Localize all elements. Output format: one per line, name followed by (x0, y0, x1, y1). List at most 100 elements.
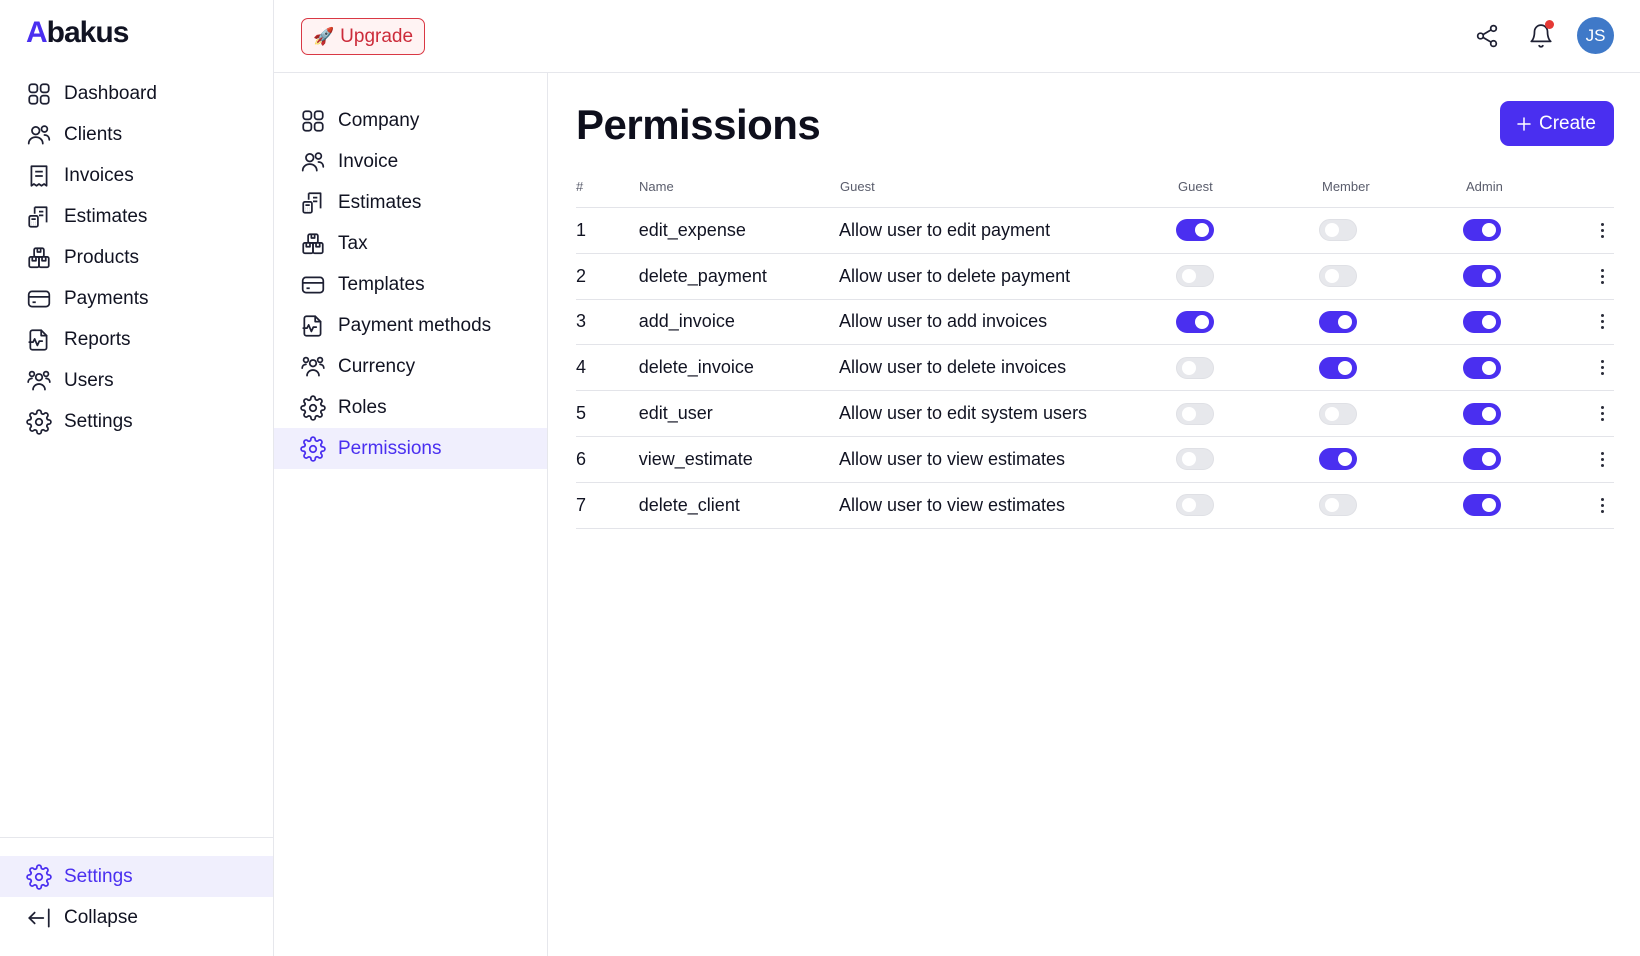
upgrade-button[interactable]: 🚀 Upgrade (301, 18, 426, 55)
guest-toggle[interactable] (1175, 402, 1214, 425)
guest-toggle[interactable] (1175, 219, 1214, 242)
kebab-dot (1600, 268, 1604, 272)
settings-nav-item-permissions[interactable]: Permissions (274, 428, 547, 469)
more-options-icon[interactable] (1592, 264, 1612, 288)
guest-toggle[interactable] (1175, 310, 1214, 333)
toggle-knob (1481, 269, 1496, 284)
more-options-icon[interactable] (1592, 218, 1612, 242)
guest-toggle[interactable] (1175, 448, 1214, 471)
more-options-icon[interactable] (1592, 356, 1612, 380)
cell-description: Allow user to edit payment (838, 219, 1051, 240)
sidebar-item-invoices[interactable]: Invoices (0, 155, 273, 196)
settings-nav-item-tax[interactable]: Tax (274, 223, 547, 264)
settings-nav-item-currency[interactable]: Currency (274, 346, 547, 387)
sidebar-item-settings[interactable]: Settings (0, 401, 273, 442)
cell-actions (1592, 356, 1614, 380)
settings-nav-item-label: Invoice (338, 150, 399, 172)
credit-card-icon (26, 286, 52, 312)
cell-description: Allow user to edit system users (838, 403, 1088, 424)
header-member: Member (1322, 179, 1370, 194)
more-options-icon[interactable] (1592, 447, 1612, 471)
cell-guest (1175, 219, 1319, 242)
guest-toggle[interactable] (1175, 356, 1214, 379)
toggle-knob (1338, 314, 1353, 329)
settings-nav-item-label: Currency (338, 355, 416, 377)
kebab-dot (1600, 360, 1604, 364)
sidebar-item-dashboard[interactable]: Dashboard (0, 73, 273, 114)
kebab-dot (1600, 320, 1604, 324)
sidebar-item-clients[interactable]: Clients (0, 114, 273, 155)
admin-toggle[interactable] (1462, 494, 1501, 517)
admin-toggle[interactable] (1462, 310, 1501, 333)
sidebar-item-settings-active[interactable]: Settings (0, 856, 273, 897)
brand-logo[interactable]: Abakus (26, 16, 129, 50)
more-options-icon[interactable] (1592, 493, 1612, 517)
users-icon (26, 122, 52, 148)
more-options-icon[interactable] (1592, 402, 1612, 426)
collapse-button[interactable]: Collapse (0, 897, 273, 938)
cell-guest (1175, 356, 1319, 379)
share-button[interactable] (1469, 18, 1505, 54)
boxes-icon (26, 245, 52, 271)
sidebar-item-payments[interactable]: Payments (0, 278, 273, 319)
toggle-knob (1325, 269, 1340, 284)
create-button[interactable]: Create (1499, 101, 1614, 146)
admin-toggle[interactable] (1462, 356, 1501, 379)
kebab-dot (1600, 274, 1604, 278)
kebab-dot (1600, 418, 1604, 422)
brand-logo-initial: A (26, 16, 48, 49)
sidebar-item-users[interactable]: Users (0, 360, 273, 401)
member-toggle[interactable] (1319, 402, 1358, 425)
rocket-icon: 🚀 (313, 26, 335, 46)
plus-icon (1515, 115, 1533, 133)
admin-toggle[interactable] (1462, 265, 1501, 288)
settings-nav-item-estimates[interactable]: Estimates (274, 182, 547, 223)
admin-toggle[interactable] (1462, 402, 1501, 425)
main-content: Permissions Create # Name Guest Guest Me… (548, 73, 1640, 956)
admin-toggle[interactable] (1462, 448, 1501, 471)
toggle-knob (1481, 314, 1496, 329)
cell-description: Allow user to delete payment (838, 265, 1071, 286)
cell-permission-name: delete_client (638, 494, 740, 515)
cell-guest (1175, 448, 1319, 471)
sidebar-item-estimates[interactable]: Estimates (0, 196, 273, 237)
kebab-dot (1600, 406, 1604, 410)
cell-guest (1175, 310, 1319, 333)
kebab-dot (1600, 372, 1604, 376)
cell-guest (1175, 265, 1319, 288)
settings-nav-item-payment-methods[interactable]: Payment methods (274, 305, 547, 346)
app-root: Abakus Dashboard Clients Invoices Estimates… (0, 0, 1640, 956)
settings-nav-item-roles[interactable]: Roles (274, 387, 547, 428)
sidebar-item-reports[interactable]: Reports (0, 319, 273, 360)
cell-permission-name: delete_invoice (638, 357, 754, 378)
chart-file-icon (26, 327, 52, 353)
kebab-dot (1600, 314, 1604, 318)
more-options-icon[interactable] (1592, 310, 1612, 334)
cell-number: 2 (576, 265, 587, 286)
collapse-label: Collapse (64, 906, 138, 928)
member-toggle[interactable] (1319, 494, 1358, 517)
sidebar-item-label: Invoices (64, 164, 134, 186)
toggle-knob (1325, 498, 1340, 513)
cell-description: Allow user to view estimates (838, 448, 1066, 469)
settings-nav-item-templates[interactable]: Templates (274, 264, 547, 305)
guest-toggle[interactable] (1175, 494, 1214, 517)
cell-admin (1462, 310, 1592, 333)
users-icon (300, 149, 326, 175)
guest-toggle[interactable] (1175, 265, 1214, 288)
notifications-button[interactable] (1523, 18, 1559, 54)
admin-toggle[interactable] (1462, 219, 1501, 242)
toggle-knob (1481, 452, 1496, 467)
member-toggle[interactable] (1319, 448, 1358, 471)
sidebar-item-products[interactable]: Products (0, 237, 273, 278)
member-toggle[interactable] (1319, 356, 1358, 379)
settings-nav-item-company[interactable]: Company (274, 100, 547, 141)
cell-admin (1462, 448, 1592, 471)
member-toggle[interactable] (1319, 265, 1358, 288)
settings-nav-item-label: Payment methods (338, 314, 492, 336)
member-toggle[interactable] (1319, 310, 1358, 333)
avatar[interactable]: JS (1577, 17, 1614, 54)
settings-nav-item-invoice[interactable]: Invoice (274, 141, 547, 182)
cell-admin (1462, 494, 1592, 517)
member-toggle[interactable] (1319, 219, 1358, 242)
